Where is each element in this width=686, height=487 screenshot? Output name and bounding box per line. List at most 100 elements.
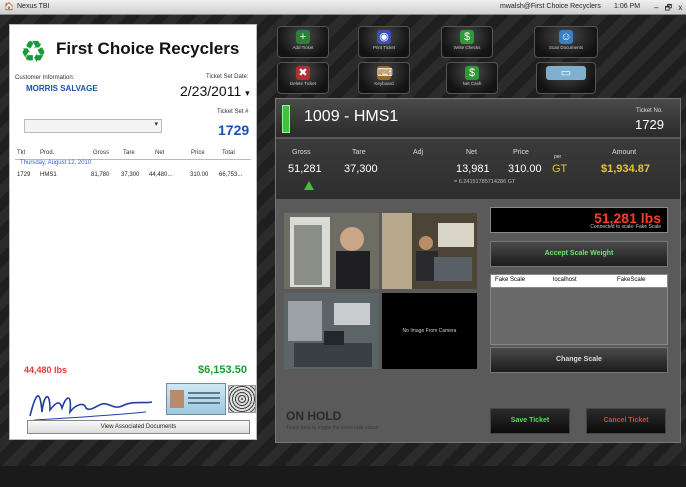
ticket-summary-panel: ♻ First Choice Recyclers Customer Inform… <box>9 24 257 440</box>
cell-ticket: 1729 <box>17 172 31 178</box>
tare-label: Tare <box>352 149 366 156</box>
cell-total: 66,753... <box>219 172 243 178</box>
column-header: Net <box>155 150 165 156</box>
column-header: Tare <box>123 150 135 156</box>
button-label: Scan Documents <box>548 45 584 50</box>
amount-label: Amount <box>612 149 637 156</box>
scan-documents-button[interactable]: ☺ Scan Documents <box>534 26 598 58</box>
button-label: Keyboard <box>374 81 394 86</box>
cell-gross: 81,780 <box>91 172 110 178</box>
total-weight: 44,480 lbs <box>24 365 68 375</box>
net-conversion: = 6.24151785714286 GT <box>454 179 516 185</box>
ticket-filter-dropdown[interactable]: ▾ <box>24 119 162 133</box>
ticket-set-number: 1729 <box>218 122 250 138</box>
column-header: Gross <box>93 150 110 156</box>
camera-images: No Image From Camera <box>284 213 478 369</box>
keyboard-button[interactable]: ⌨ Keyboard <box>358 62 410 94</box>
ticket-set-label: Ticket Set # <box>217 109 249 115</box>
weight-metrics: Gross 51,281 Tare 37,300 Adj Net 13,981 … <box>276 139 680 199</box>
title-bar: 🏠 Nexus TBI mwalsh@First Choice Recycler… <box>0 0 686 15</box>
scale-list-header[interactable]: Fake Scale localhost FakeScale <box>490 274 668 288</box>
recycle-logo-icon: ♻ <box>20 36 47 69</box>
ticket-table-header: Tkt Prod. Gross Tare Net Price Total <box>15 149 251 160</box>
scale-connection-status: Connected to scale: Fake Scale <box>590 224 661 230</box>
weight-trend-up-icon <box>304 181 314 190</box>
person-icon: ☺ <box>559 30 573 44</box>
logged-in-user: mwalsh@First Choice Recyclers <box>500 3 601 10</box>
app-icon: 🏠 <box>4 2 14 11</box>
button-label: Add Ticket <box>292 45 314 50</box>
no-image-text: No Image From Camera <box>402 328 457 334</box>
scale-host: localhost <box>553 277 577 283</box>
camera-image-1[interactable] <box>284 213 379 289</box>
column-header: Tkt <box>17 150 26 156</box>
ticket-number: 1729 <box>635 117 664 132</box>
customer-label: Customer Information: <box>15 75 75 81</box>
clock: 1:06 PM <box>614 3 641 10</box>
dollar-icon: $ <box>460 30 474 44</box>
date-dropdown-icon[interactable]: ▾ <box>245 88 250 98</box>
dollar-icon: $ <box>465 66 479 80</box>
gross-value[interactable]: 51,281 <box>288 163 322 175</box>
gross-label: Gross <box>292 149 311 156</box>
scale-panel: 51,281 lbs Connected to scale: Fake Scal… <box>490 207 668 487</box>
net-cash-button[interactable]: $ Net Cash <box>446 62 498 94</box>
license-text-lines <box>188 392 220 394</box>
keyboard-icon: ⌨ <box>377 66 393 80</box>
company-name: First Choice Recyclers <box>56 39 240 58</box>
net-label: Net <box>466 149 477 156</box>
accept-scale-weight-button[interactable]: Accept Scale Weight <box>490 241 668 267</box>
ticket-title: 1009 - HMS1 <box>304 108 399 125</box>
cell-product: HMS1 <box>40 172 57 178</box>
change-scale-button[interactable]: Change Scale <box>490 347 668 373</box>
camera-image-4: No Image From Camera <box>382 293 477 369</box>
status-indicator <box>282 105 290 133</box>
cancel-ticket-button[interactable]: Cancel Ticket <box>586 408 666 434</box>
button-label: Write Checks <box>453 45 481 50</box>
print-icon: ◉ <box>377 30 391 44</box>
camera-image-2[interactable] <box>382 213 477 289</box>
customer-name[interactable]: MORRIS SALVAGE <box>26 84 98 93</box>
per-label: per <box>554 154 562 160</box>
cell-price: 310.00 <box>190 172 209 178</box>
app-title: Nexus TBI <box>17 3 50 10</box>
ticket-number-label: Ticket No. <box>636 108 663 114</box>
view-documents-button[interactable]: View Associated Documents <box>27 420 250 434</box>
delete-ticket-button[interactable]: ✖ Delete Ticket <box>277 62 329 94</box>
ticket-detail-panel: 1009 - HMS1 Ticket No. 1729 Gross 51,281… <box>275 98 681 443</box>
cell-net: 44,480... <box>149 172 173 178</box>
add-ticket-button[interactable]: + Add Ticket <box>277 26 329 58</box>
window-controls[interactable]: – 🗗 x <box>654 2 684 16</box>
date-value: 2/23/2011 <box>180 83 242 99</box>
net-value: 13,981 <box>456 163 490 175</box>
price-label: Price <box>513 149 529 156</box>
adj-label: Adj <box>413 149 424 156</box>
fingerprint-thumbnail[interactable] <box>228 385 256 413</box>
button-label: Delete Ticket <box>289 81 316 86</box>
ticket-header: 1009 - HMS1 Ticket No. 1729 <box>276 99 680 137</box>
column-header: Price <box>191 150 205 156</box>
column-header: Prod. <box>40 150 55 156</box>
column-header: Total <box>222 150 235 156</box>
table-row[interactable]: 1729 HMS1 81,780 37,300 44,480... 310.00… <box>15 171 251 181</box>
price-unit[interactable]: GT <box>552 163 567 175</box>
amount-value: $1,934.87 <box>601 163 650 175</box>
tare-value[interactable]: 37,300 <box>344 163 378 175</box>
customer-signature <box>29 395 153 421</box>
id-card-button[interactable]: ▭ <box>536 62 596 94</box>
chevron-down-icon: ▾ <box>154 121 158 128</box>
print-ticket-button[interactable]: ◉ Print Ticket <box>358 26 410 58</box>
button-label: Print Ticket <box>372 45 396 50</box>
date-label: Ticket Set Date: <box>206 74 249 80</box>
drivers-license-image[interactable] <box>166 383 226 415</box>
button-label: Net Cash <box>462 81 482 86</box>
scale-list[interactable] <box>490 287 668 345</box>
price-value[interactable]: 310.00 <box>508 163 542 175</box>
camera-image-3[interactable] <box>284 293 379 369</box>
write-checks-button[interactable]: $ Write Checks <box>441 26 493 58</box>
save-ticket-button[interactable]: Save Ticket <box>490 408 570 434</box>
scale-type: FakeScale <box>617 277 646 283</box>
total-amount: $6,153.50 <box>198 364 247 376</box>
ticket-set-date[interactable]: 2/23/2011 ▾ <box>180 83 250 99</box>
on-hold-toggle[interactable]: ON HOLD <box>286 409 341 423</box>
